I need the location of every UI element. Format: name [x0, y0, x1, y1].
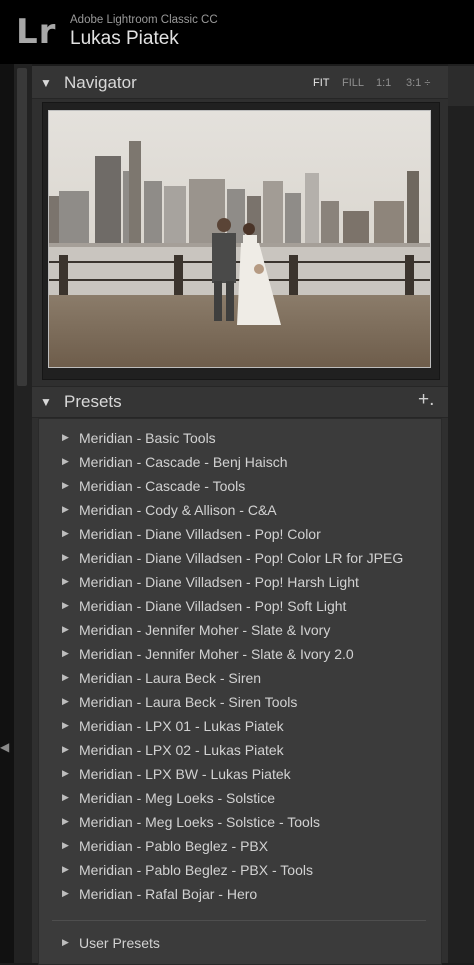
preset-folder[interactable]: ▶ Meridian - LPX 02 - Lukas Piatek	[62, 740, 432, 762]
zoom-fit-button[interactable]: FIT	[313, 77, 330, 89]
zoom-1-1-button[interactable]: 1:1	[376, 77, 391, 89]
preset-folder[interactable]: ▶ Meridian - Laura Beck - Siren	[62, 668, 432, 690]
folder-collapsed-icon: ▶	[62, 744, 69, 754]
preset-folder[interactable]: ▶ Meridian - Pablo Beglez - PBX - Tools	[62, 860, 432, 882]
identity-plate-user-name: Lukas Piatek	[70, 28, 179, 49]
folder-collapsed-icon: ▶	[62, 672, 69, 682]
preset-folder[interactable]: ▶ Meridian - Diane Villadsen - Pop! Soft …	[62, 596, 432, 618]
folder-collapsed-icon: ▶	[62, 600, 69, 610]
zoom-fill-button[interactable]: FILL	[342, 77, 364, 89]
navigator-disclosure-icon[interactable]: ▼	[40, 76, 52, 90]
app-name: Adobe Lightroom Classic CC	[70, 14, 218, 26]
collapse-left-panel-icon[interactable]: ◀	[0, 740, 9, 754]
user-presets-folder[interactable]: ▶ User Presets	[62, 933, 432, 955]
preset-folder-label: Meridian - Diane Villadsen - Pop! Harsh …	[79, 574, 359, 590]
lightroom-logo: Lr	[16, 12, 57, 52]
folder-collapsed-icon: ▶	[62, 480, 69, 490]
preset-folder-label: Meridian - Diane Villadsen - Pop! Soft L…	[79, 598, 347, 614]
preset-folder[interactable]: ▶ Meridian - Cascade - Tools	[62, 476, 432, 498]
preset-folder-label: Meridian - Pablo Beglez - PBX - Tools	[79, 862, 313, 878]
preset-folder-label: Meridian - Rafal Bojar - Hero	[79, 886, 258, 902]
folder-collapsed-icon: ▶	[62, 456, 69, 466]
preset-folder[interactable]: ▶ Meridian - Cody & Allison - C&A	[62, 500, 432, 522]
preset-folder[interactable]: ▶ Meridian - LPX BW - Lukas Piatek	[62, 764, 432, 786]
preset-folder-label: Meridian - Jennifer Moher - Slate & Ivor…	[79, 646, 354, 662]
folder-collapsed-icon: ▶	[62, 696, 69, 706]
zoom-3-1-select[interactable]: 3:1 ÷	[406, 77, 430, 89]
preset-folder[interactable]: ▶ Meridian - Pablo Beglez - PBX	[62, 836, 432, 858]
folder-collapsed-icon: ▶	[62, 552, 69, 562]
folder-collapsed-icon: ▶	[62, 528, 69, 538]
folder-collapsed-icon: ▶	[62, 840, 69, 850]
folder-collapsed-icon: ▶	[62, 504, 69, 514]
preset-folder[interactable]: ▶ Meridian - Meg Loeks - Solstice	[62, 788, 432, 810]
preset-folder[interactable]: ▶ Meridian - Diane Villadsen - Pop! Color	[62, 524, 432, 546]
preset-folder-label: Meridian - Cody & Allison - C&A	[79, 502, 277, 518]
presets-disclosure-icon[interactable]: ▼	[40, 395, 52, 409]
navigator-title[interactable]: Navigator	[64, 73, 137, 93]
preset-folder-label: Meridian - LPX 01 - Lukas Piatek	[79, 718, 284, 734]
preset-folder-label: Meridian - LPX 02 - Lukas Piatek	[79, 742, 284, 758]
preset-folder[interactable]: ▶ Meridian - Jennifer Moher - Slate & Ivo…	[62, 620, 432, 642]
preset-folder[interactable]: ▶ Meridian - Diane Villadsen - Pop! Harsh…	[62, 572, 432, 594]
preset-folder-label: Meridian - Meg Loeks - Solstice	[79, 790, 276, 806]
folder-collapsed-icon: ▶	[62, 816, 69, 826]
preset-folder-label: Meridian - Cascade - Tools	[79, 478, 246, 494]
preset-folder[interactable]: ▶ Meridian - LPX 01 - Lukas Piatek	[62, 716, 432, 738]
folder-collapsed-icon: ▶	[62, 648, 69, 658]
presets-divider	[52, 920, 426, 921]
folder-collapsed-icon: ▶	[62, 576, 69, 586]
preset-folder[interactable]: ▶ Meridian - Jennifer Moher - Slate & Ivo…	[62, 644, 432, 666]
user-presets-label: User Presets	[79, 935, 160, 951]
preset-folder[interactable]: ▶ Meridian - Basic Tools	[62, 428, 432, 450]
preset-folder[interactable]: ▶ Meridian - Laura Beck - Siren Tools	[62, 692, 432, 714]
preset-folder-label: Meridian - Cascade - Benj Haisch	[79, 454, 288, 470]
preset-folder[interactable]: ▶ Meridian - Diane Villadsen - Pop! Color…	[62, 548, 432, 570]
folder-collapsed-icon: ▶	[62, 792, 69, 802]
center-view-edge-top	[448, 66, 474, 106]
folder-collapsed-icon: ▶	[62, 937, 69, 947]
preset-folder-label: Meridian - Jennifer Moher - Slate & Ivor…	[79, 622, 331, 638]
left-panel-edge	[0, 64, 14, 963]
preset-folder-label: Meridian - LPX BW - Lukas Piatek	[79, 766, 291, 782]
presets-title[interactable]: Presets	[64, 392, 122, 412]
folder-collapsed-icon: ▶	[62, 720, 69, 730]
preset-folder[interactable]: ▶ Meridian - Cascade - Benj Haisch	[62, 452, 432, 474]
preset-folder-label: Meridian - Pablo Beglez - PBX	[79, 838, 269, 854]
navigator-preview-image[interactable]	[48, 110, 431, 368]
preset-folder-label: Meridian - Laura Beck - Siren Tools	[79, 694, 298, 710]
folder-collapsed-icon: ▶	[62, 888, 69, 898]
preset-folder-label: Meridian - Meg Loeks - Solstice - Tools	[79, 814, 320, 830]
folder-collapsed-icon: ▶	[62, 432, 69, 442]
preset-folder-label: Meridian - Laura Beck - Siren	[79, 670, 262, 686]
folder-collapsed-icon: ▶	[62, 864, 69, 874]
preset-folder-label: Meridian - Diane Villadsen - Pop! Color	[79, 526, 321, 542]
preset-folder[interactable]: ▶ Meridian - Meg Loeks - Solstice - Tools	[62, 812, 432, 834]
folder-collapsed-icon: ▶	[62, 624, 69, 634]
preset-folder[interactable]: ▶ Meridian - Rafal Bojar - Hero	[62, 884, 432, 906]
panel-scrollbar-thumb[interactable]	[17, 68, 27, 386]
folder-collapsed-icon: ▶	[62, 768, 69, 778]
preset-folder-label: Meridian - Diane Villadsen - Pop! Color …	[79, 550, 404, 566]
preset-folder-label: Meridian - Basic Tools	[79, 430, 216, 446]
add-preset-button[interactable]: +.	[418, 389, 434, 411]
center-view-edge	[448, 64, 474, 963]
